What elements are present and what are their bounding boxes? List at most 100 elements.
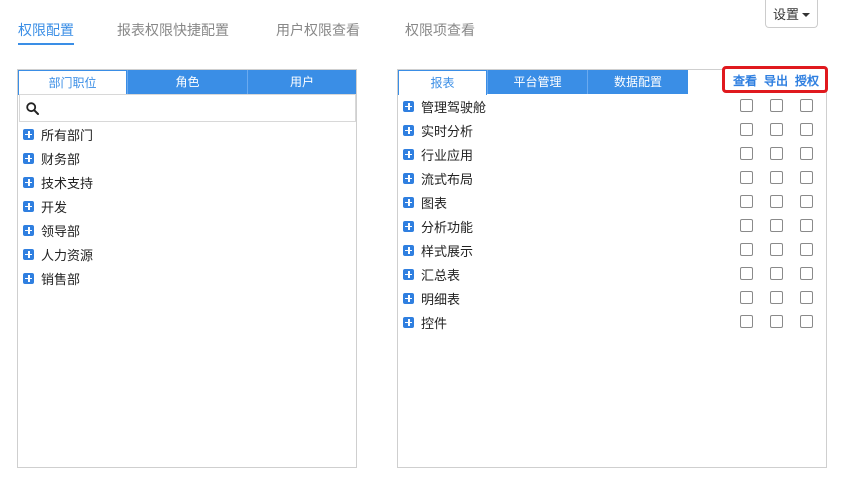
export-checkbox[interactable] bbox=[770, 315, 783, 328]
authorize-checkbox[interactable] bbox=[800, 195, 813, 208]
expand-plus-icon[interactable] bbox=[23, 152, 34, 164]
expand-plus-icon[interactable] bbox=[23, 224, 34, 236]
authorize-checkbox[interactable] bbox=[800, 315, 813, 328]
tab-permission-config[interactable]: 权限配置 bbox=[18, 20, 74, 45]
report-item-summary-table[interactable]: 汇总表 bbox=[403, 262, 460, 286]
authorize-checkbox[interactable] bbox=[800, 99, 813, 112]
report-item-label: 控件 bbox=[421, 316, 448, 332]
authorize-checkbox[interactable] bbox=[800, 171, 813, 184]
tab-data-config[interactable]: 数据配置 bbox=[587, 70, 688, 94]
tab-user-permission-view-label: 用户权限查看 bbox=[276, 23, 360, 39]
expand-plus-icon[interactable] bbox=[403, 268, 414, 280]
view-checkbox[interactable] bbox=[740, 123, 753, 136]
expand-plus-icon[interactable] bbox=[23, 272, 34, 284]
tree-item-leadership[interactable]: 领导部 bbox=[23, 218, 80, 242]
export-permission-header[interactable]: 导出 bbox=[764, 72, 788, 89]
tree-item-label: 开发 bbox=[41, 200, 68, 216]
report-item-label: 行业应用 bbox=[421, 148, 474, 164]
report-item-label: 明细表 bbox=[421, 292, 461, 308]
report-item-realtime-analysis[interactable]: 实时分析 bbox=[403, 118, 473, 142]
report-item-detail-table[interactable]: 明细表 bbox=[403, 286, 460, 310]
export-checkbox[interactable] bbox=[770, 243, 783, 256]
authorize-checkbox[interactable] bbox=[800, 147, 813, 160]
tab-user-label: 用户 bbox=[289, 75, 314, 89]
tab-department-position-label: 部门职位 bbox=[48, 76, 97, 90]
view-permission-header[interactable]: 查看 bbox=[733, 72, 757, 89]
expand-plus-icon[interactable] bbox=[23, 248, 34, 260]
authorize-permission-header[interactable]: 授权 bbox=[795, 72, 819, 89]
expand-plus-icon[interactable] bbox=[403, 220, 414, 232]
authorize-checkbox[interactable] bbox=[800, 243, 813, 256]
org-tab-bar: 部门职位 角色 用户 bbox=[18, 70, 356, 95]
expand-plus-icon[interactable] bbox=[403, 292, 414, 304]
tree-item-finance[interactable]: 财务部 bbox=[23, 146, 80, 170]
expand-plus-icon[interactable] bbox=[23, 128, 34, 140]
report-item-analysis-functions[interactable]: 分析功能 bbox=[403, 214, 473, 238]
export-checkbox[interactable] bbox=[770, 267, 783, 280]
expand-plus-icon[interactable] bbox=[23, 176, 34, 188]
tree-item-label: 人力资源 bbox=[41, 248, 94, 264]
tree-item-hr[interactable]: 人力资源 bbox=[23, 242, 93, 266]
report-item-label: 图表 bbox=[421, 196, 448, 212]
tab-report[interactable]: 报表 bbox=[398, 70, 487, 95]
view-checkbox[interactable] bbox=[740, 291, 753, 304]
report-item-label: 管理驾驶舱 bbox=[421, 100, 487, 116]
tab-user[interactable]: 用户 bbox=[247, 70, 356, 94]
authorize-checkbox[interactable] bbox=[800, 123, 813, 136]
export-checkbox[interactable] bbox=[770, 99, 783, 112]
expand-plus-icon[interactable] bbox=[403, 148, 414, 160]
authorize-checkbox[interactable] bbox=[800, 291, 813, 304]
tab-role-label: 角色 bbox=[175, 75, 200, 89]
view-checkbox[interactable] bbox=[740, 315, 753, 328]
expand-plus-icon[interactable] bbox=[403, 196, 414, 208]
active-tab-underline bbox=[18, 43, 74, 45]
tab-user-permission-view[interactable]: 用户权限查看 bbox=[276, 20, 360, 42]
tab-department-position[interactable]: 部门职位 bbox=[18, 70, 127, 95]
authorize-checkbox[interactable] bbox=[800, 267, 813, 280]
tab-platform-management-label: 平台管理 bbox=[513, 75, 562, 89]
export-checkbox[interactable] bbox=[770, 291, 783, 304]
report-item-label: 样式展示 bbox=[421, 244, 474, 260]
view-checkbox[interactable] bbox=[740, 243, 753, 256]
tree-item-development[interactable]: 开发 bbox=[23, 194, 67, 218]
expand-plus-icon[interactable] bbox=[403, 172, 414, 184]
report-item-industry-application[interactable]: 行业应用 bbox=[403, 142, 473, 166]
view-checkbox[interactable] bbox=[740, 195, 753, 208]
expand-plus-icon[interactable] bbox=[403, 316, 414, 328]
view-checkbox[interactable] bbox=[740, 99, 753, 112]
export-checkbox[interactable] bbox=[770, 171, 783, 184]
report-item-label: 分析功能 bbox=[421, 220, 474, 236]
view-checkbox[interactable] bbox=[740, 267, 753, 280]
view-checkbox[interactable] bbox=[740, 219, 753, 232]
authorize-checkbox[interactable] bbox=[800, 219, 813, 232]
report-item-style-showcase[interactable]: 样式展示 bbox=[403, 238, 473, 262]
report-item-cockpit[interactable]: 管理驾驶舱 bbox=[403, 94, 486, 118]
view-checkbox[interactable] bbox=[740, 147, 753, 160]
report-item-charts[interactable]: 图表 bbox=[403, 190, 447, 214]
report-item-flow-layout[interactable]: 流式布局 bbox=[403, 166, 473, 190]
tree-item-tech-support[interactable]: 技术支持 bbox=[23, 170, 93, 194]
tab-role[interactable]: 角色 bbox=[127, 70, 247, 94]
search-input[interactable] bbox=[44, 97, 349, 119]
tab-platform-management[interactable]: 平台管理 bbox=[487, 70, 587, 94]
view-checkbox[interactable] bbox=[740, 171, 753, 184]
tab-report-quick-config[interactable]: 报表权限快捷配置 bbox=[117, 20, 229, 42]
export-checkbox[interactable] bbox=[770, 195, 783, 208]
tree-item-label: 领导部 bbox=[41, 224, 81, 240]
expand-plus-icon[interactable] bbox=[403, 100, 414, 112]
export-checkbox[interactable] bbox=[770, 219, 783, 232]
tab-report-label: 报表 bbox=[430, 76, 455, 90]
tree-item-all-departments[interactable]: 所有部门 bbox=[23, 122, 93, 146]
export-checkbox[interactable] bbox=[770, 123, 783, 136]
resource-tab-bar: 报表 平台管理 数据配置 bbox=[398, 70, 688, 95]
settings-dropdown[interactable]: 设置 bbox=[765, 0, 818, 28]
expand-plus-icon[interactable] bbox=[403, 244, 414, 256]
export-checkbox[interactable] bbox=[770, 147, 783, 160]
org-panel: 部门职位 角色 用户 所有部门 财务部 技术支持 开发 领导部 人力资源 销售部 bbox=[17, 69, 357, 468]
tab-permission-item-view[interactable]: 权限项查看 bbox=[405, 20, 475, 42]
tree-item-sales[interactable]: 销售部 bbox=[23, 266, 80, 290]
expand-plus-icon[interactable] bbox=[23, 200, 34, 212]
expand-plus-icon[interactable] bbox=[403, 124, 414, 136]
report-item-controls[interactable]: 控件 bbox=[403, 310, 447, 334]
settings-label: 设置 bbox=[772, 8, 799, 23]
